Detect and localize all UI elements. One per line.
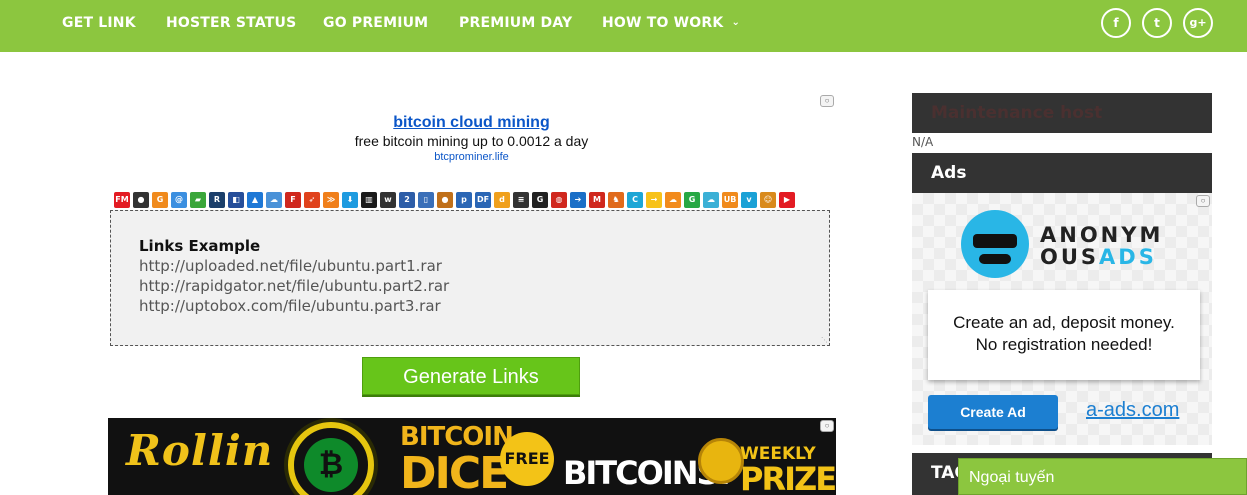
generate-links-button[interactable]: Generate Links (362, 357, 580, 395)
rollin-banner-ad[interactable]: Rollin ₿ BITCOIN DICE FREE BITCOINS! WEE… (108, 418, 836, 495)
nav-premium-day[interactable]: PREMIUM DAY (459, 15, 572, 31)
host-icon: ● (133, 192, 149, 208)
link-line: http://uptobox.com/file/ubuntu.part3.rar (139, 297, 441, 315)
anon-card-line2: No registration needed! (975, 335, 1153, 354)
resize-handle-icon[interactable]: ⋱ (821, 336, 828, 344)
host-icon: R (209, 192, 225, 208)
host-icon: ☺ (760, 192, 776, 208)
host-icon: d (494, 192, 510, 208)
nav-get-link[interactable]: GET LINK (62, 15, 136, 31)
host-icon: ≫ (323, 192, 339, 208)
facebook-icon[interactable]: f (1101, 8, 1131, 38)
host-icon: @ (171, 192, 187, 208)
banner-free-badge: FREE (500, 432, 554, 486)
host-icon: ☁ (703, 192, 719, 208)
host-icon: ➔ (570, 192, 586, 208)
host-icon: ☁ (266, 192, 282, 208)
host-icon: p (456, 192, 472, 208)
host-icon: w (380, 192, 396, 208)
host-icon: M (589, 192, 605, 208)
supported-hosts-list: FM ● G @ ▰ R ◧ ▲ ☁ F ➶ ≫ ⬇ ▥ w 2 ▯ ● p DF d ≡ G ◍ ➔ M ♞ C → ☁ G ☁ UB v ☺ ▶ (114, 192, 795, 208)
host-icon: FM (114, 192, 130, 208)
anon-brand-line2b: ADS (1099, 245, 1157, 269)
host-icon: ➶ (304, 192, 320, 208)
ad-choices-icon[interactable]: ○ (820, 95, 834, 107)
mustache-icon (979, 254, 1011, 264)
host-icon: C (627, 192, 643, 208)
google-plus-icon[interactable]: g+ (1183, 8, 1213, 38)
gold-coins-icon (698, 438, 744, 484)
a-ads-link[interactable]: a-ads.com (1086, 399, 1179, 422)
banner-dice-text: DICE (400, 448, 509, 495)
bitcoin-symbol: ₿ (304, 438, 358, 492)
host-icon: G (532, 192, 548, 208)
ad-url-link[interactable]: btcprominer.life (108, 151, 835, 163)
chat-widget-status[interactable]: Ngoại tuyến (958, 458, 1247, 495)
banner-prizes-text: PRIZES (740, 460, 836, 495)
create-ad-button[interactable]: Create Ad (928, 395, 1058, 429)
host-icon: → (646, 192, 662, 208)
anon-brand-line2a: OUS (1040, 245, 1100, 269)
nav-go-premium[interactable]: GO PREMIUM (323, 15, 428, 31)
ad-choices-icon[interactable]: ○ (1196, 195, 1210, 207)
host-icon: ◧ (228, 192, 244, 208)
twitter-icon[interactable]: t (1142, 8, 1172, 38)
link-line: http://uploaded.net/file/ubuntu.part1.ra… (139, 257, 442, 275)
anonymous-ads-logo-icon (961, 210, 1029, 278)
host-icon: ▶ (779, 192, 795, 208)
host-icon: ≡ (513, 192, 529, 208)
host-icon: ♞ (608, 192, 624, 208)
top-navigation: GET LINK HOSTER STATUS GO PREMIUM PREMIU… (0, 0, 1247, 52)
anon-brand-line2: OUSADS (1040, 245, 1157, 269)
host-icon: UB (722, 192, 738, 208)
host-icon: F (285, 192, 301, 208)
ad-description: free bitcoin mining up to 0.0012 a day (354, 133, 589, 149)
host-icon: ◍ (551, 192, 567, 208)
host-icon: ▯ (418, 192, 434, 208)
mask-icon (973, 234, 1017, 248)
host-icon: ☁ (665, 192, 681, 208)
ad-title-link[interactable]: bitcoin cloud mining (108, 114, 835, 132)
nav-how-to-work-label: HOW TO WORK (602, 15, 724, 31)
anon-card-line1: Create an ad, deposit money. (953, 313, 1175, 332)
host-icon: ⬇ (342, 192, 358, 208)
banner-brand: Rollin (126, 426, 274, 475)
chevron-down-icon: ⌄ (731, 17, 741, 28)
host-icon: ▰ (190, 192, 206, 208)
anon-brand-line1: ANONYM (1040, 223, 1164, 247)
maintenance-host-value: N/A (912, 135, 934, 149)
nav-how-to-work[interactable]: HOW TO WORK ⌄ (602, 15, 740, 31)
links-heading: Links Example (139, 237, 261, 255)
ads-heading: Ads (912, 153, 1212, 193)
host-icon: G (152, 192, 168, 208)
anon-ad-card: Create an ad, deposit money. No registra… (928, 290, 1200, 380)
host-icon: v (741, 192, 757, 208)
links-textarea[interactable]: Links Example http://uploaded.net/file/u… (110, 210, 830, 346)
host-icon: ▲ (247, 192, 263, 208)
host-icon: ▥ (361, 192, 377, 208)
host-icon: G (684, 192, 700, 208)
nav-hoster-status[interactable]: HOSTER STATUS (166, 15, 296, 31)
host-icon: DF (475, 192, 491, 208)
host-icon: 2 (399, 192, 415, 208)
host-icon: ● (437, 192, 453, 208)
maintenance-host-heading: Maintenance host (912, 93, 1212, 133)
ad-choices-icon[interactable]: ○ (820, 420, 834, 432)
link-line: http://rapidgator.net/file/ubuntu.part2.… (139, 277, 450, 295)
anonymous-ads-widget: ○ ANONYM OUSADS Create an ad, deposit mo… (912, 193, 1212, 445)
bitcoin-coin-icon: ₿ (288, 422, 374, 495)
